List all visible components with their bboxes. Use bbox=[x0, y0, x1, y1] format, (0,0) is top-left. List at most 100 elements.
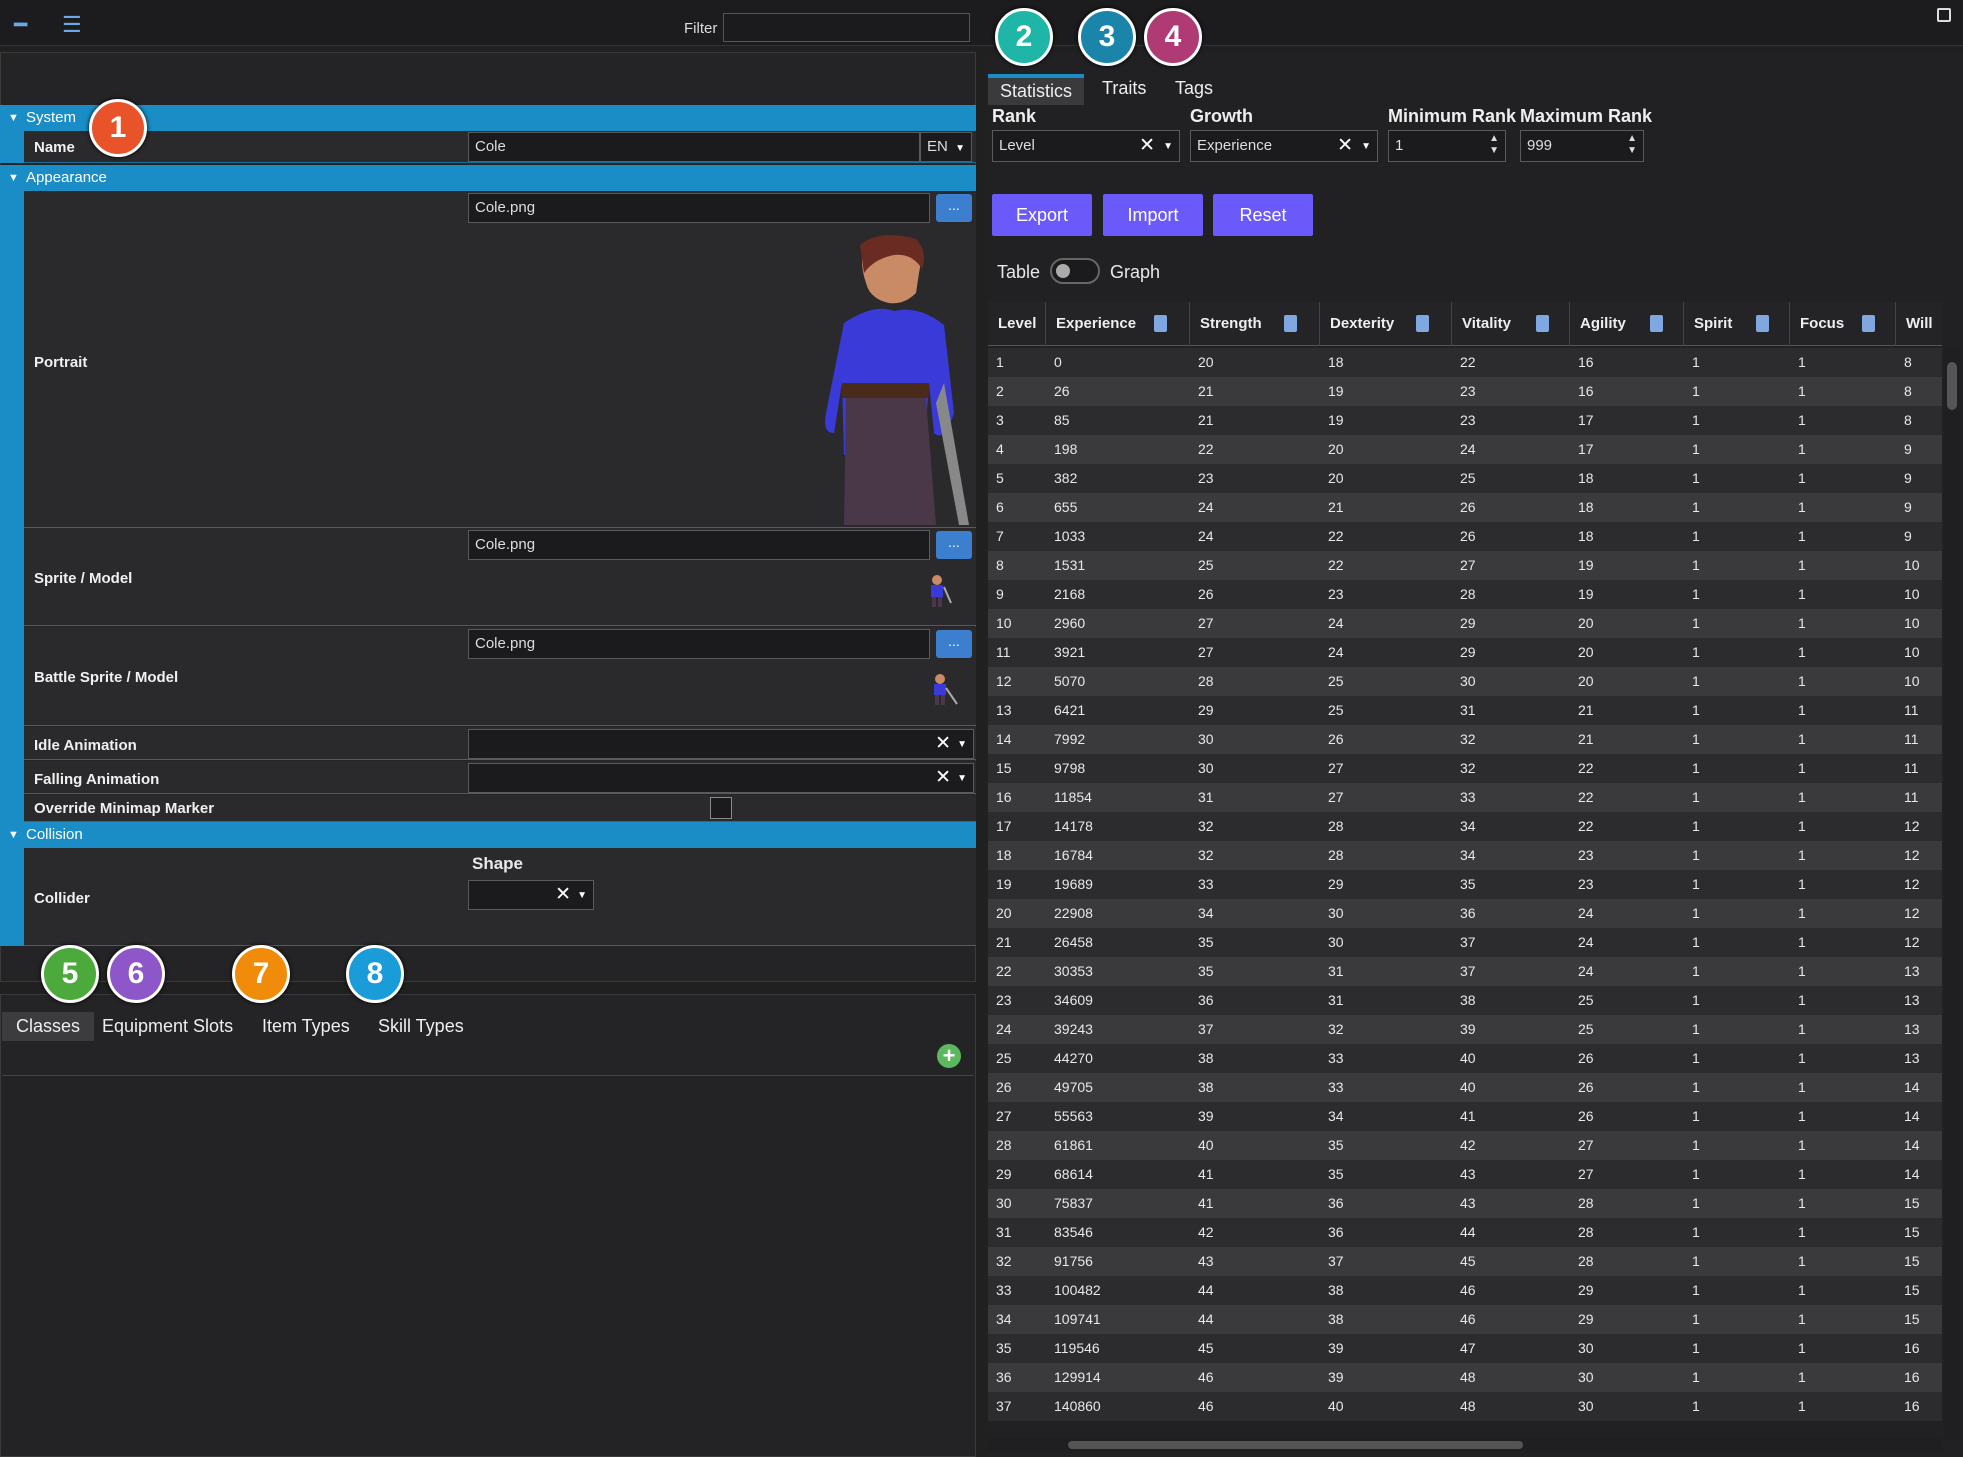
table-cell-agility[interactable]: 18 bbox=[1578, 470, 1594, 486]
table-cell-experience[interactable]: 6421 bbox=[1054, 702, 1085, 718]
col-level[interactable]: Level bbox=[988, 302, 1046, 346]
tab-skill-types[interactable]: Skill Types bbox=[378, 1016, 464, 1037]
table-cell-dexterity[interactable]: 31 bbox=[1328, 963, 1344, 979]
table-cell-dexterity[interactable]: 24 bbox=[1328, 644, 1344, 660]
table-cell-will[interactable]: 15 bbox=[1904, 1195, 1920, 1211]
table-cell-focus[interactable]: 1 bbox=[1798, 1340, 1806, 1356]
table-cell-will[interactable]: 10 bbox=[1904, 615, 1920, 631]
battle-sprite-browse-button[interactable]: ... bbox=[936, 630, 972, 658]
table-row[interactable]: 34 109741 44 38 46 29 1 1 15 bbox=[988, 1305, 1942, 1334]
table-cell-strength[interactable]: 32 bbox=[1198, 847, 1214, 863]
table-cell-vitality[interactable]: 48 bbox=[1460, 1398, 1476, 1414]
chevron-down-icon[interactable]: ▼ bbox=[1361, 141, 1371, 152]
table-cell-level[interactable]: 20 bbox=[996, 905, 1012, 921]
table-cell-level[interactable]: 25 bbox=[996, 1050, 1012, 1066]
table-cell-vitality[interactable]: 27 bbox=[1460, 557, 1476, 573]
table-cell-focus[interactable]: 1 bbox=[1798, 1050, 1806, 1066]
table-cell-will[interactable]: 16 bbox=[1904, 1369, 1920, 1385]
table-cell-experience[interactable]: 100482 bbox=[1054, 1282, 1101, 1298]
table-cell-spirit[interactable]: 1 bbox=[1692, 1224, 1700, 1240]
table-cell-strength[interactable]: 33 bbox=[1198, 876, 1214, 892]
table-cell-strength[interactable]: 24 bbox=[1198, 499, 1214, 515]
table-cell-spirit[interactable]: 1 bbox=[1692, 1340, 1700, 1356]
table-row[interactable]: 2 26 21 19 23 16 1 1 8 bbox=[988, 377, 1942, 406]
table-cell-level[interactable]: 1 bbox=[996, 354, 1004, 370]
table-cell-focus[interactable]: 1 bbox=[1798, 760, 1806, 776]
table-cell-will[interactable]: 11 bbox=[1904, 731, 1919, 747]
table-cell-dexterity[interactable]: 20 bbox=[1328, 441, 1344, 457]
table-cell-spirit[interactable]: 1 bbox=[1692, 702, 1700, 718]
rank-select[interactable]: Level ✕ ▼ bbox=[992, 130, 1180, 162]
table-cell-agility[interactable]: 30 bbox=[1578, 1369, 1594, 1385]
table-cell-strength[interactable]: 24 bbox=[1198, 528, 1214, 544]
table-cell-focus[interactable]: 1 bbox=[1798, 354, 1806, 370]
table-cell-level[interactable]: 7 bbox=[996, 528, 1004, 544]
section-appearance[interactable]: ▼ Appearance bbox=[0, 165, 976, 191]
table-cell-will[interactable]: 11 bbox=[1904, 702, 1919, 718]
table-cell-experience[interactable]: 49705 bbox=[1054, 1079, 1093, 1095]
table-cell-dexterity[interactable]: 24 bbox=[1328, 615, 1344, 631]
table-cell-will[interactable]: 9 bbox=[1904, 528, 1912, 544]
table-cell-vitality[interactable]: 31 bbox=[1460, 702, 1476, 718]
table-cell-will[interactable]: 11 bbox=[1904, 789, 1919, 805]
table-cell-vitality[interactable]: 39 bbox=[1460, 1021, 1476, 1037]
table-cell-focus[interactable]: 1 bbox=[1798, 731, 1806, 747]
table-cell-spirit[interactable]: 1 bbox=[1692, 1398, 1700, 1414]
table-cell-focus[interactable]: 1 bbox=[1798, 586, 1806, 602]
table-cell-experience[interactable]: 30353 bbox=[1054, 963, 1093, 979]
table-cell-will[interactable]: 13 bbox=[1904, 1050, 1920, 1066]
tab-traits[interactable]: Traits bbox=[1102, 78, 1146, 99]
table-cell-spirit[interactable]: 1 bbox=[1692, 760, 1700, 776]
table-cell-strength[interactable]: 28 bbox=[1198, 673, 1214, 689]
table-cell-spirit[interactable]: 1 bbox=[1692, 673, 1700, 689]
vertical-scroll-thumb[interactable] bbox=[1947, 362, 1957, 410]
calculator-icon[interactable] bbox=[1650, 315, 1663, 332]
tab-tags[interactable]: Tags bbox=[1175, 78, 1213, 99]
table-cell-experience[interactable]: 19689 bbox=[1054, 876, 1093, 892]
table-row[interactable]: 16 11854 31 27 33 22 1 1 11 bbox=[988, 783, 1942, 812]
table-cell-focus[interactable]: 1 bbox=[1798, 673, 1806, 689]
table-cell-vitality[interactable]: 36 bbox=[1460, 905, 1476, 921]
table-cell-dexterity[interactable]: 22 bbox=[1328, 557, 1344, 573]
table-cell-agility[interactable]: 25 bbox=[1578, 992, 1594, 1008]
table-cell-dexterity[interactable]: 30 bbox=[1328, 905, 1344, 921]
table-cell-will[interactable]: 14 bbox=[1904, 1166, 1920, 1182]
calculator-icon[interactable] bbox=[1284, 315, 1297, 332]
table-cell-vitality[interactable]: 23 bbox=[1460, 412, 1476, 428]
table-cell-experience[interactable]: 75837 bbox=[1054, 1195, 1093, 1211]
falling-animation-select[interactable]: ✕ ▼ bbox=[468, 763, 974, 793]
table-cell-will[interactable]: 9 bbox=[1904, 470, 1912, 486]
table-cell-will[interactable]: 10 bbox=[1904, 673, 1920, 689]
table-cell-level[interactable]: 30 bbox=[996, 1195, 1012, 1211]
table-cell-focus[interactable]: 1 bbox=[1798, 1311, 1806, 1327]
table-cell-agility[interactable]: 18 bbox=[1578, 499, 1594, 515]
table-cell-focus[interactable]: 1 bbox=[1798, 412, 1806, 428]
table-cell-level[interactable]: 10 bbox=[996, 615, 1012, 631]
table-cell-strength[interactable]: 30 bbox=[1198, 731, 1214, 747]
table-cell-spirit[interactable]: 1 bbox=[1692, 789, 1700, 805]
table-cell-experience[interactable]: 68614 bbox=[1054, 1166, 1093, 1182]
table-cell-experience[interactable]: 16784 bbox=[1054, 847, 1093, 863]
table-cell-spirit[interactable]: 1 bbox=[1692, 905, 1700, 921]
table-cell-spirit[interactable]: 1 bbox=[1692, 1311, 1700, 1327]
table-cell-agility[interactable]: 29 bbox=[1578, 1282, 1594, 1298]
table-cell-will[interactable]: 10 bbox=[1904, 557, 1920, 573]
tab-equipment-slots[interactable]: Equipment Slots bbox=[102, 1016, 233, 1037]
table-cell-experience[interactable]: 382 bbox=[1054, 470, 1077, 486]
table-cell-focus[interactable]: 1 bbox=[1798, 1195, 1806, 1211]
table-cell-agility[interactable]: 22 bbox=[1578, 818, 1594, 834]
table-cell-focus[interactable]: 1 bbox=[1798, 789, 1806, 805]
table-cell-dexterity[interactable]: 27 bbox=[1328, 789, 1344, 805]
table-cell-will[interactable]: 16 bbox=[1904, 1398, 1920, 1414]
table-cell-strength[interactable]: 41 bbox=[1198, 1166, 1214, 1182]
table-cell-agility[interactable]: 17 bbox=[1578, 441, 1594, 457]
table-cell-spirit[interactable]: 1 bbox=[1692, 644, 1700, 660]
table-cell-vitality[interactable]: 26 bbox=[1460, 528, 1476, 544]
export-button[interactable]: Export bbox=[992, 194, 1092, 236]
table-cell-strength[interactable]: 20 bbox=[1198, 354, 1214, 370]
table-cell-dexterity[interactable]: 36 bbox=[1328, 1224, 1344, 1240]
table-cell-experience[interactable]: 34609 bbox=[1054, 992, 1093, 1008]
table-cell-level[interactable]: 23 bbox=[996, 992, 1012, 1008]
table-cell-agility[interactable]: 20 bbox=[1578, 615, 1594, 631]
table-cell-level[interactable]: 6 bbox=[996, 499, 1004, 515]
